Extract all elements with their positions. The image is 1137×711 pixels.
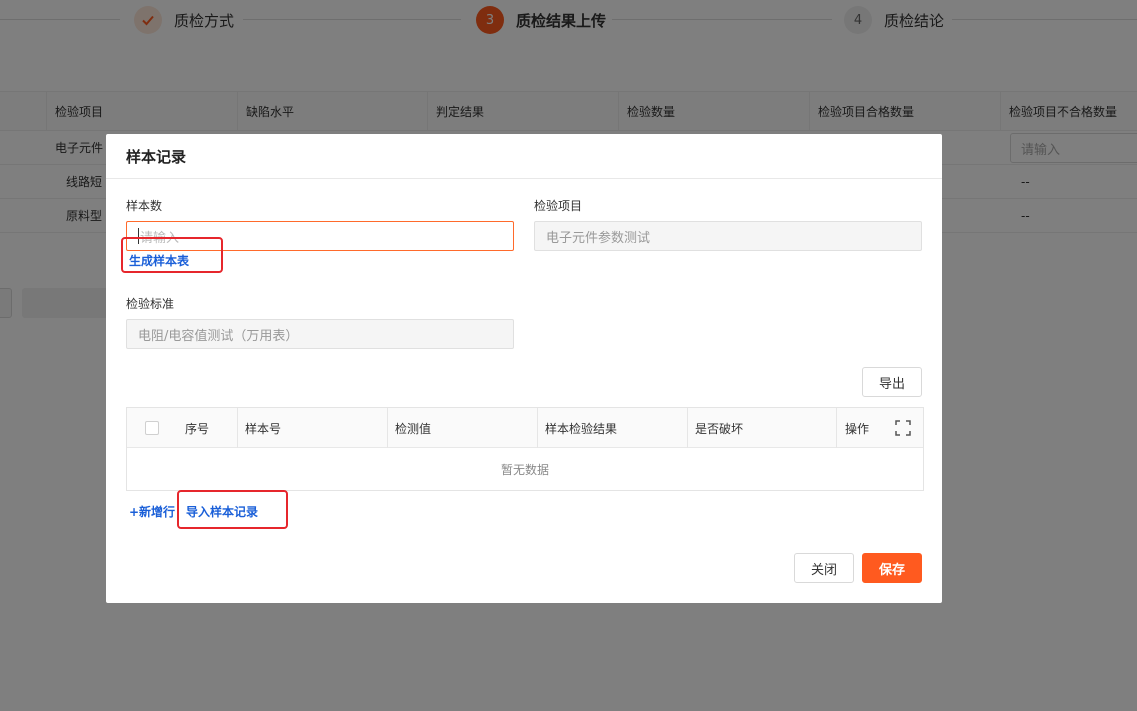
export-button[interactable]: 导出 (862, 367, 922, 397)
highlight-box (121, 237, 223, 273)
column-header: 序号 (185, 421, 210, 436)
sample-record-modal: 样本记录 样本数 请输入 检验项目 电子元件参数测试 生成样本表 检验标准 电阻… (106, 134, 942, 603)
highlight-box (177, 490, 288, 529)
fullscreen-icon[interactable] (895, 408, 911, 448)
modal-header: 样本记录 (106, 134, 942, 179)
inspection-standard-input: 电阻/电容值测试（万用表） (126, 319, 514, 349)
select-all-checkbox[interactable] (145, 408, 159, 448)
modal-title: 样本记录 (126, 147, 187, 166)
sample-count-label: 样本数 (126, 199, 163, 213)
column-header: 操作 (845, 421, 870, 436)
column-header: 样本号 (245, 421, 282, 436)
inspection-standard-label: 检验标准 (126, 297, 175, 311)
inspection-item-input: 电子元件参数测试 (534, 221, 922, 251)
empty-state-text: 暂无数据 (500, 462, 549, 477)
column-header: 检测值 (395, 421, 432, 436)
save-button[interactable]: 保存 (862, 553, 922, 583)
sample-table: 序号 样本号 检测值 样本检验结果 是否破坏 操作 暂无数据 (126, 407, 924, 491)
column-header: 是否破坏 (695, 421, 744, 436)
sample-table-header: 序号 样本号 检测值 样本检验结果 是否破坏 操作 (127, 408, 923, 448)
column-header: 样本检验结果 (545, 421, 618, 436)
add-row-link[interactable]: +新增行 (129, 503, 175, 520)
close-button[interactable]: 关闭 (794, 553, 854, 583)
inspection-item-label: 检验项目 (534, 199, 583, 213)
